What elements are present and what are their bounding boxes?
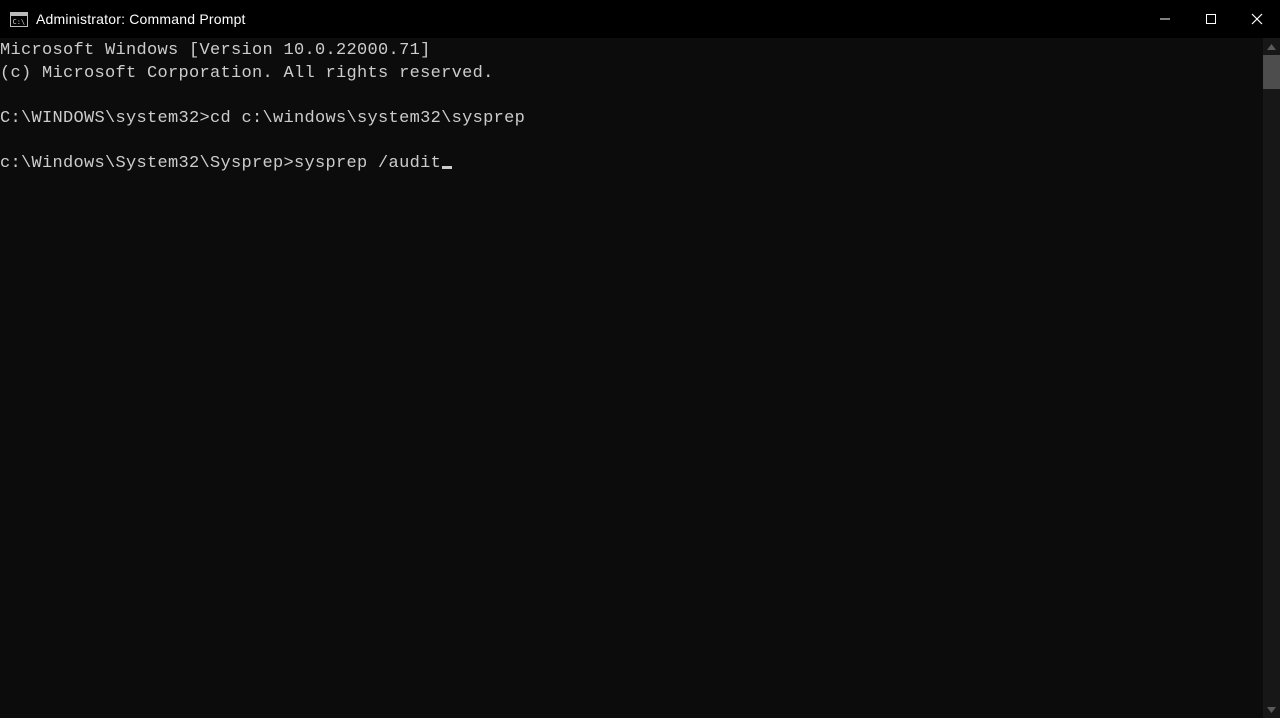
terminal-output[interactable]: Microsoft Windows [Version 10.0.22000.71… bbox=[0, 38, 1263, 718]
scroll-track[interactable] bbox=[1263, 55, 1280, 701]
terminal-prompt: c:\Windows\System32\Sysprep> bbox=[0, 154, 294, 173]
terminal-current-line[interactable]: c:\Windows\System32\Sysprep>sysprep /aud… bbox=[0, 153, 1263, 176]
titlebar[interactable]: C:\ Administrator: Command Prompt bbox=[0, 0, 1280, 38]
terminal-line: Microsoft Windows [Version 10.0.22000.71… bbox=[0, 40, 1263, 63]
cmd-icon: C:\ bbox=[10, 10, 28, 28]
text-cursor bbox=[442, 166, 452, 169]
scroll-down-button[interactable] bbox=[1263, 701, 1280, 718]
scroll-thumb[interactable] bbox=[1263, 55, 1280, 89]
chevron-up-icon bbox=[1267, 44, 1276, 50]
client-area: Microsoft Windows [Version 10.0.22000.71… bbox=[0, 38, 1280, 718]
terminal-line: C:\WINDOWS\system32>cd c:\windows\system… bbox=[0, 108, 1263, 131]
close-icon bbox=[1251, 13, 1263, 25]
vertical-scrollbar[interactable] bbox=[1263, 38, 1280, 718]
svg-text:C:\: C:\ bbox=[13, 18, 26, 26]
minimize-icon bbox=[1159, 13, 1171, 25]
minimize-button[interactable] bbox=[1142, 0, 1188, 38]
terminal-line bbox=[0, 130, 1263, 153]
maximize-icon bbox=[1205, 13, 1217, 25]
terminal-input[interactable]: sysprep /audit bbox=[294, 154, 441, 173]
window-title: Administrator: Command Prompt bbox=[36, 11, 246, 27]
scroll-up-button[interactable] bbox=[1263, 38, 1280, 55]
close-button[interactable] bbox=[1234, 0, 1280, 38]
maximize-button[interactable] bbox=[1188, 0, 1234, 38]
command-prompt-window: C:\ Administrator: Command Prompt Micros… bbox=[0, 0, 1280, 718]
terminal-line bbox=[0, 85, 1263, 108]
terminal-line: (c) Microsoft Corporation. All rights re… bbox=[0, 63, 1263, 86]
chevron-down-icon bbox=[1267, 707, 1276, 713]
